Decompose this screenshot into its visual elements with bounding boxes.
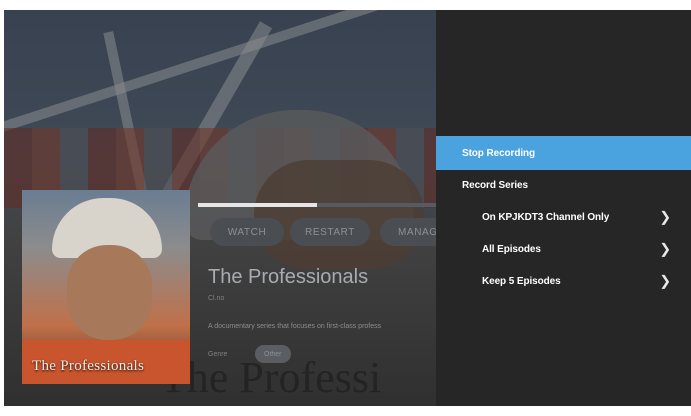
chevron-right-icon: ❯ <box>659 208 671 225</box>
frame-border-top <box>0 0 691 10</box>
show-poster: The Professionals <box>22 190 190 384</box>
rating-text: Cl.no <box>208 295 225 302</box>
frame-border-left <box>0 0 4 416</box>
watch-progress-bar <box>198 203 436 207</box>
watch-progress-fill <box>198 203 317 207</box>
menu-item-label: Record Series <box>462 179 528 191</box>
menu-item-label: Stop Recording <box>462 147 536 159</box>
show-description: A documentary series that focuses on fir… <box>208 323 382 330</box>
menu-item-stop-recording[interactable]: Stop Recording <box>436 136 691 170</box>
poster-face <box>67 245 152 340</box>
genre-label: Genre <box>208 351 228 358</box>
restart-button[interactable]: RESTART <box>290 218 370 246</box>
menu-item-label: All Episodes <box>482 243 541 255</box>
poster-title: The Professionals <box>32 358 145 374</box>
record-options-panel: Stop Recording Record Series On KPJKDT3 … <box>436 10 691 406</box>
tv-screen: The Professi The Professionals WATCH RES… <box>0 0 691 416</box>
watch-button[interactable]: WATCH <box>210 218 284 246</box>
menu-item-record-series[interactable]: Record Series <box>436 168 691 202</box>
chevron-right-icon: ❯ <box>659 272 671 289</box>
menu-item-label: Keep 5 Episodes <box>482 275 561 287</box>
genre-chip[interactable]: Other <box>255 345 291 363</box>
menu-item-all-episodes[interactable]: All Episodes ❯ <box>436 232 691 266</box>
show-title: The Professionals <box>208 266 369 288</box>
menu-item-keep-episodes[interactable]: Keep 5 Episodes ❯ <box>436 264 691 298</box>
frame-border-bottom <box>0 406 691 416</box>
menu-item-label: On KPJKDT3 Channel Only <box>482 211 610 223</box>
chevron-right-icon: ❯ <box>659 240 671 257</box>
menu-item-channel-only[interactable]: On KPJKDT3 Channel Only ❯ <box>436 200 691 234</box>
